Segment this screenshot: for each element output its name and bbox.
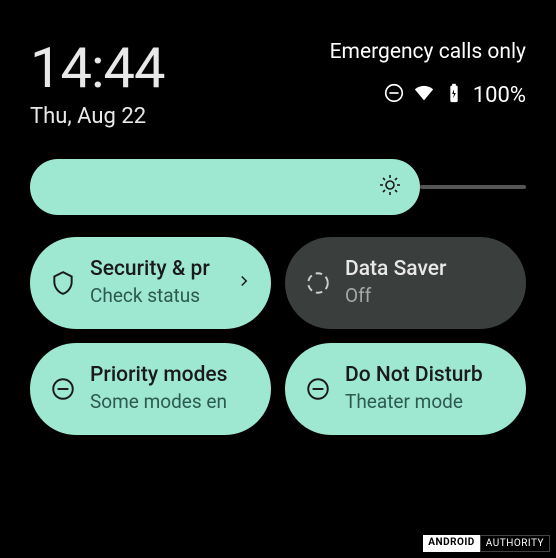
tile-do-not-disturb[interactable]: Do Not Disturb Theater mode xyxy=(285,343,526,435)
dnd-status-icon xyxy=(383,82,405,109)
brightness-track[interactable] xyxy=(420,185,526,189)
status-icons: 100% xyxy=(383,82,526,109)
data-saver-icon xyxy=(305,270,331,296)
tile-title: Do Not Disturb xyxy=(345,363,508,388)
minus-circle-icon xyxy=(50,376,76,402)
tile-subtitle: Off xyxy=(345,284,508,309)
tile-priority-modes[interactable]: Priority modes Some modes en xyxy=(30,343,271,435)
wifi-icon xyxy=(413,82,435,109)
tile-security[interactable]: Security & pr Check status xyxy=(30,237,271,329)
tile-title: Data Saver xyxy=(345,257,508,282)
watermark-brand: ANDROID xyxy=(423,535,480,552)
battery-percent: 100% xyxy=(473,83,526,108)
watermark: ANDROID AUTHORITY xyxy=(423,535,550,552)
brightness-icon xyxy=(378,173,402,201)
chevron-right-icon xyxy=(235,272,253,294)
status-header: 14:44 Thu, Aug 22 Emergency calls only 1… xyxy=(0,0,556,149)
tile-text: Do Not Disturb Theater mode xyxy=(345,363,508,415)
tile-text: Security & pr Check status xyxy=(90,257,221,309)
tile-data-saver[interactable]: Data Saver Off xyxy=(285,237,526,329)
brightness-slider[interactable] xyxy=(30,159,420,215)
tile-title: Priority modes xyxy=(90,363,253,388)
network-status: Emergency calls only xyxy=(330,40,526,64)
clock-time: 14:44 xyxy=(30,40,164,96)
tile-text: Data Saver Off xyxy=(345,257,508,309)
minus-circle-icon xyxy=(305,376,331,402)
quick-tiles-grid: Security & pr Check status Data Saver Of… xyxy=(0,215,556,435)
status-right: Emergency calls only 100% xyxy=(330,40,526,109)
tile-text: Priority modes Some modes en xyxy=(90,363,253,415)
watermark-brand: AUTHORITY xyxy=(480,535,550,552)
tile-subtitle: Check status xyxy=(90,284,221,309)
brightness-row xyxy=(0,159,556,215)
battery-icon xyxy=(443,82,465,109)
tile-subtitle: Some modes en xyxy=(90,390,253,415)
shield-icon xyxy=(50,270,76,296)
tile-title: Security & pr xyxy=(90,257,221,282)
clock-date: Thu, Aug 22 xyxy=(30,104,164,129)
time-block: 14:44 Thu, Aug 22 xyxy=(30,40,164,129)
tile-subtitle: Theater mode xyxy=(345,390,508,415)
